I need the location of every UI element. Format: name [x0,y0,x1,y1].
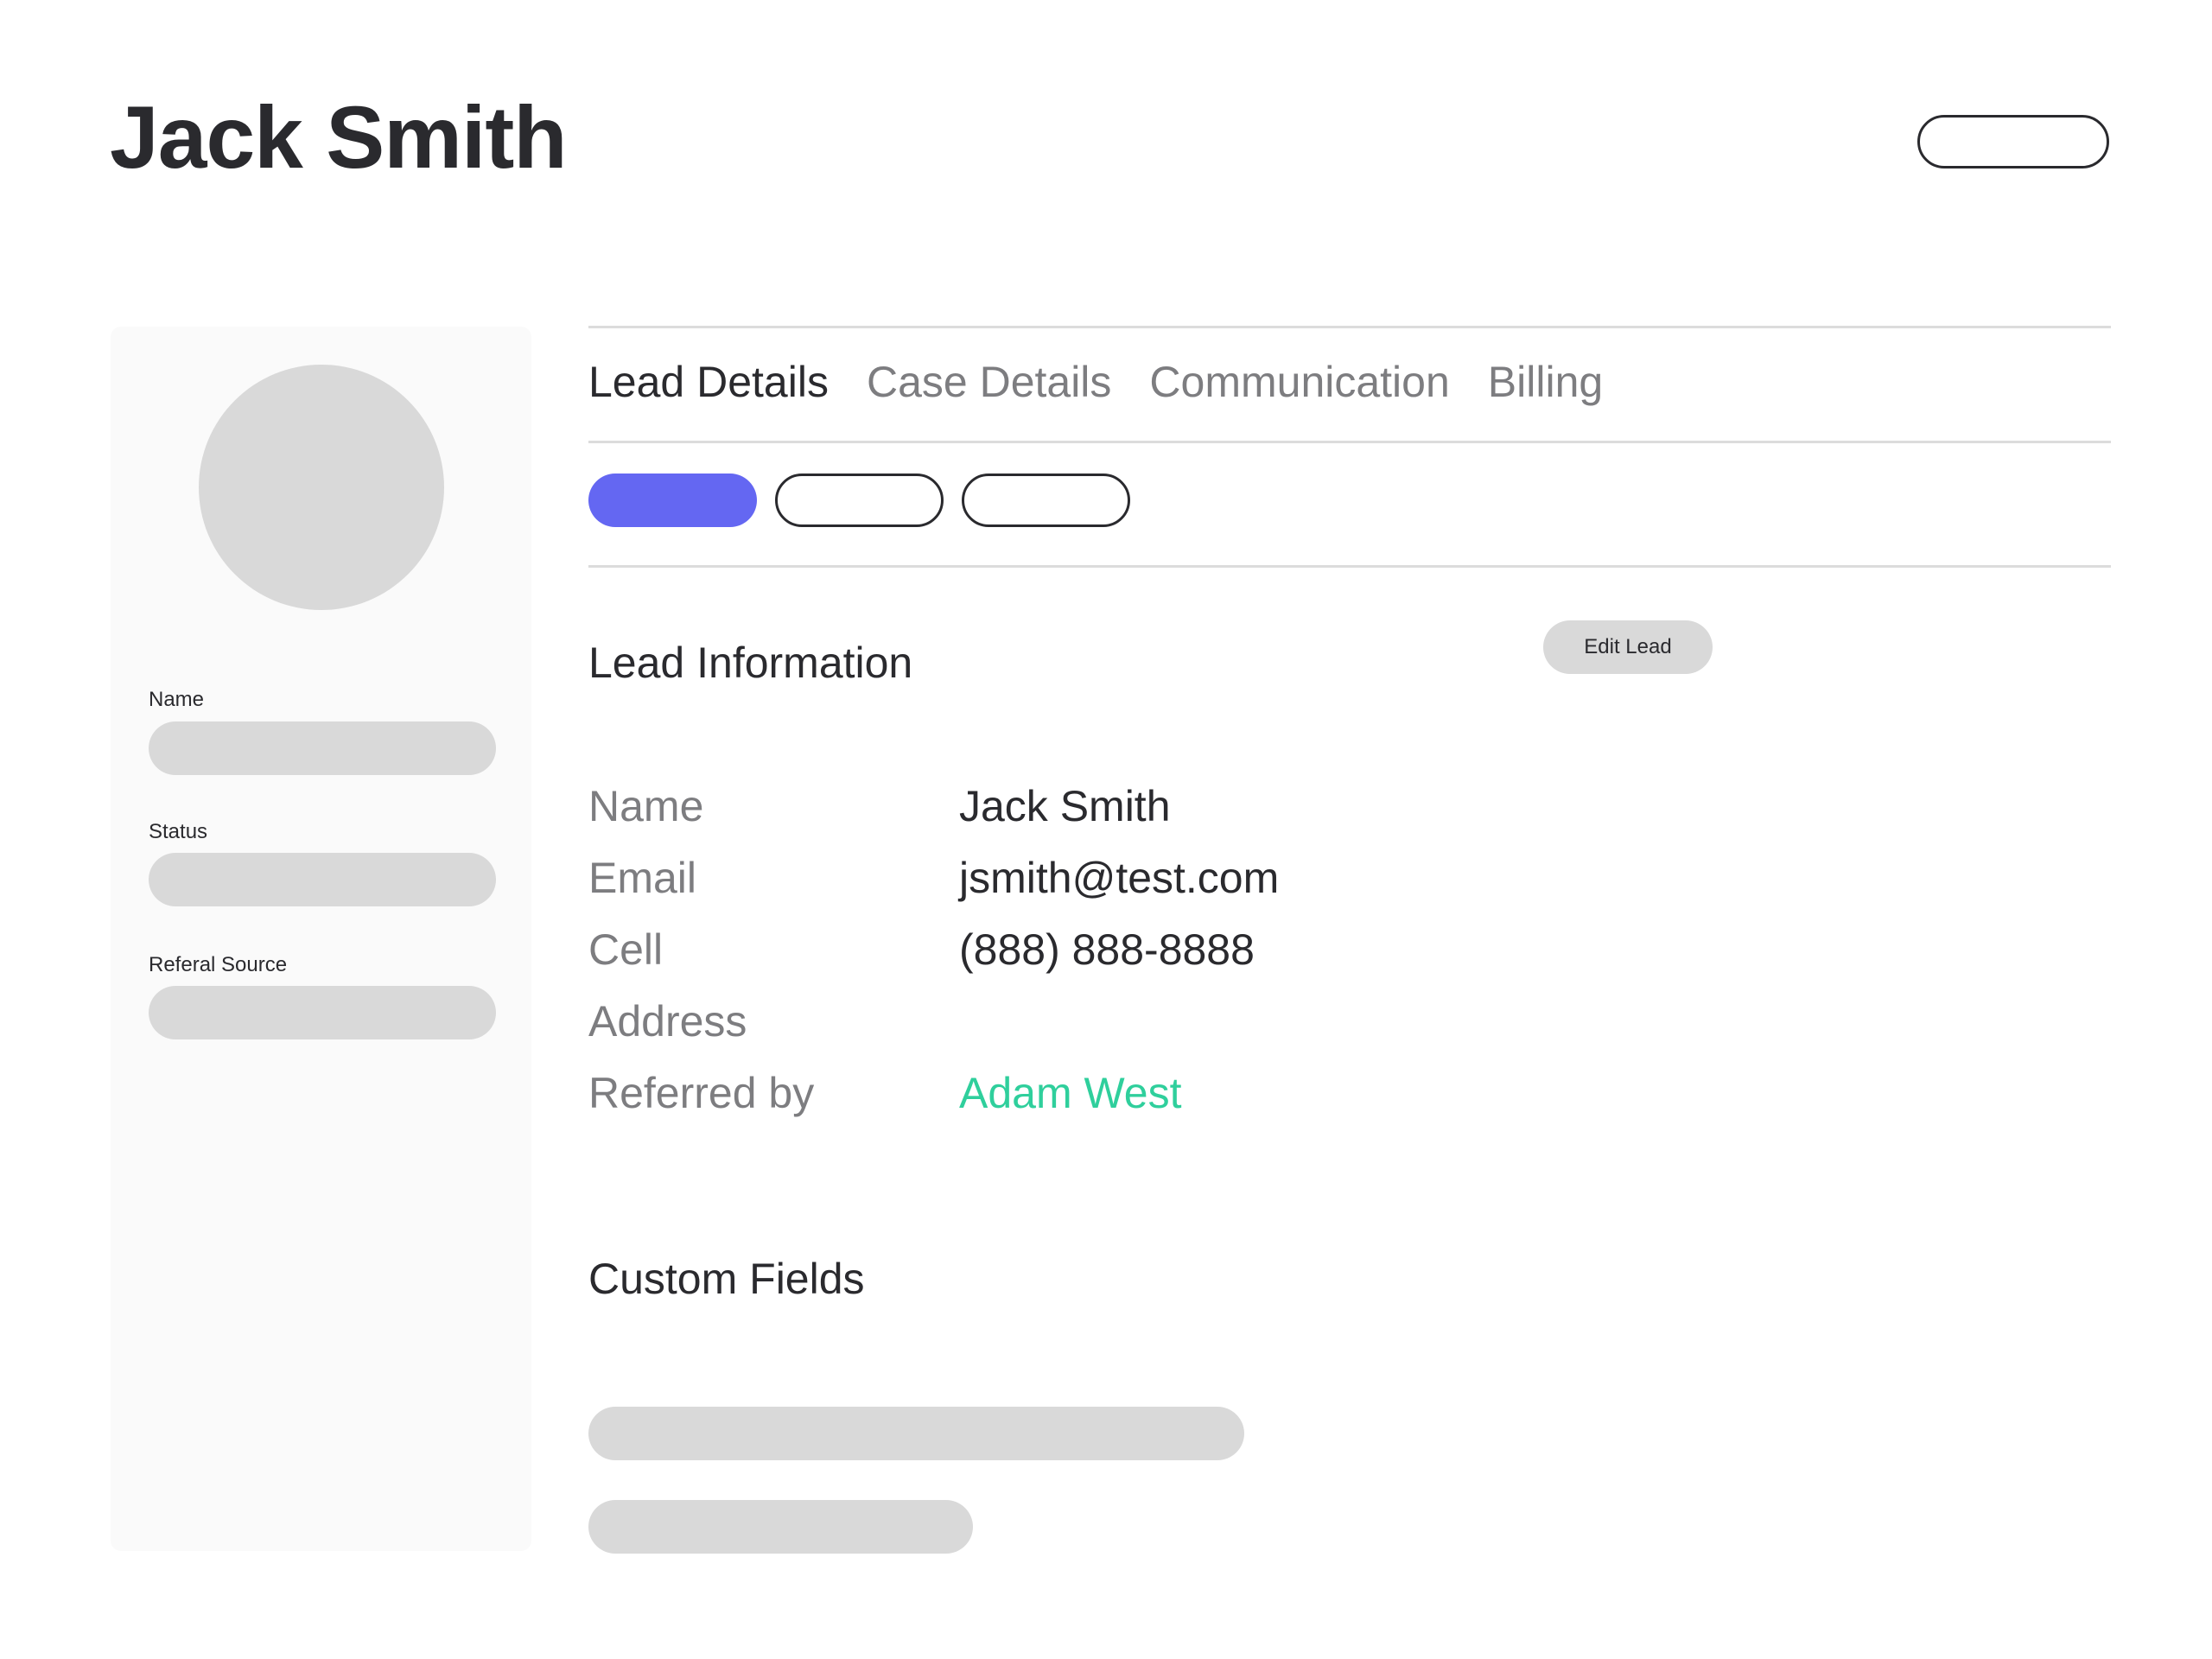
info-row-address: Address [588,1000,1625,1052]
subtabs-divider [588,565,2111,568]
lead-information-title: Lead Information [588,639,913,687]
sidebar-status-field[interactable] [149,853,496,906]
custom-fields-title: Custom Fields [588,1255,865,1303]
sidebar-referral-source-field[interactable] [149,986,496,1039]
referrer-link[interactable]: Adam West [959,1071,1182,1115]
profile-sidebar: Name Status Referal Source [111,327,531,1551]
subtab-button-3[interactable] [962,474,1130,527]
tabs-bottom-divider [588,441,2111,443]
tab-case-details[interactable]: Case Details [867,360,1111,404]
sidebar-label-referral-source: Referal Source [149,953,288,976]
custom-field-placeholder [588,1500,973,1554]
info-row-cell: Cell (888) 888-8888 [588,928,1625,980]
custom-field-placeholder [588,1407,1244,1460]
info-label: Referred by [588,1069,815,1117]
subtab-button-2[interactable] [775,474,944,527]
tab-bar: Lead Details Case Details Communication … [588,356,1603,408]
sidebar-label-name: Name [149,688,205,711]
info-label: Name [588,782,704,830]
info-value: Jack Smith [959,782,1171,830]
sidebar-name-field[interactable] [149,721,496,775]
info-label: Email [588,854,697,902]
info-row-email: Email jsmith@test.com [588,856,1625,908]
tab-lead-details[interactable]: Lead Details [588,360,829,404]
sidebar-label-status: Status [149,820,208,843]
info-row-name: Name Jack Smith [588,785,1625,836]
tabs-top-divider [588,326,2111,328]
info-label: Cell [588,925,664,974]
info-value: (888) 888-8888 [959,925,1255,974]
edit-lead-button[interactable]: Edit Lead [1543,620,1713,674]
info-label: Address [588,997,747,1046]
avatar [199,365,444,610]
tab-billing[interactable]: Billing [1488,360,1603,404]
info-row-referred-by: Referred by Adam West [588,1071,1625,1123]
subtab-button-active[interactable] [588,474,757,527]
page-title: Jack Smith [110,88,568,187]
info-value: jsmith@test.com [959,854,1280,902]
header-action-button[interactable] [1917,115,2109,168]
tab-communication[interactable]: Communication [1149,360,1449,404]
